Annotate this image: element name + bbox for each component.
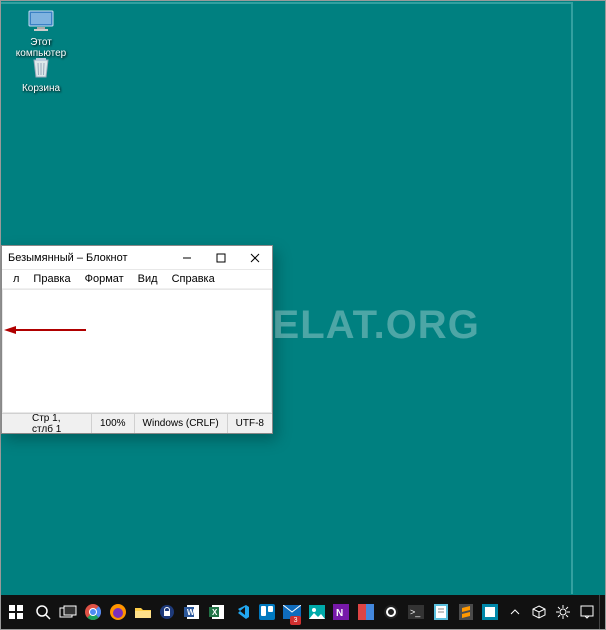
- chrome-icon: [84, 603, 102, 621]
- taskview-icon: [59, 605, 77, 619]
- start-button[interactable]: [1, 595, 31, 629]
- svg-text:>_: >_: [410, 607, 421, 617]
- vscode-icon: [234, 604, 250, 620]
- sublime-icon: [459, 604, 473, 620]
- taskbar-app-excel[interactable]: X: [205, 595, 230, 629]
- note-icon: N: [333, 604, 349, 620]
- taskbar-app-chrome[interactable]: [81, 595, 106, 629]
- folder-icon: [134, 605, 152, 619]
- svg-text:W: W: [187, 608, 195, 617]
- cube-icon: [532, 605, 546, 619]
- taskbar: W X N >_: [1, 595, 605, 629]
- pc-icon: [27, 7, 55, 35]
- status-pos: Стр 1, стлб 1: [2, 414, 91, 433]
- annotation-arrow: [4, 325, 84, 333]
- tray-settings[interactable]: [551, 595, 575, 629]
- minimize-button[interactable]: [170, 246, 204, 269]
- close-button[interactable]: [238, 246, 272, 269]
- statusbar: Стр 1, стлб 1 100% Windows (CRLF) UTF-8: [2, 413, 272, 433]
- taskbar-app-trello[interactable]: [254, 595, 279, 629]
- taskbar-app-keepass[interactable]: [155, 595, 180, 629]
- terminal-icon: >_: [408, 605, 424, 619]
- taskbar-app-gallery[interactable]: [304, 595, 329, 629]
- taskbar-app-explorer[interactable]: [130, 595, 155, 629]
- menu-edit[interactable]: Правка: [28, 272, 75, 286]
- desktop-icon-label: Корзина: [22, 83, 60, 94]
- search-icon: [35, 604, 51, 620]
- image-icon: [309, 605, 325, 619]
- notifications-icon: [580, 605, 594, 619]
- svg-text:N: N: [336, 608, 343, 619]
- excel-icon: X: [208, 603, 226, 621]
- text-area[interactable]: [2, 289, 272, 413]
- action-center[interactable]: [575, 595, 599, 629]
- taskbar-app-word[interactable]: W: [180, 595, 205, 629]
- menubar: л Правка Формат Вид Справка: [2, 270, 272, 289]
- window-title: Безымянный – Блокнот: [8, 252, 128, 264]
- notepad-icon: [434, 604, 448, 620]
- maximize-button[interactable]: [204, 246, 238, 269]
- taskbar-app-obs[interactable]: [379, 595, 404, 629]
- dual-pane-icon: [358, 604, 374, 620]
- trash-icon: [27, 53, 55, 81]
- tray-cube[interactable]: [527, 595, 551, 629]
- menu-help[interactable]: Справка: [167, 272, 220, 286]
- word-icon: W: [183, 603, 201, 621]
- app-icon: [482, 604, 498, 620]
- desktop-icon-this-pc[interactable]: Этоткомпьютер: [11, 7, 71, 59]
- taskbar-app-generic[interactable]: [478, 595, 503, 629]
- search-button[interactable]: [31, 595, 56, 629]
- tray-overflow[interactable]: [503, 595, 527, 629]
- chevron-up-icon: [510, 607, 520, 617]
- gear-icon: [556, 605, 570, 619]
- windows-icon: [8, 604, 24, 620]
- obs-icon: [383, 604, 399, 620]
- notepad-window[interactable]: Безымянный – Блокнот л Правка Формат Вид…: [1, 245, 273, 434]
- taskbar-app-totalcmd[interactable]: [354, 595, 379, 629]
- svg-text:X: X: [212, 608, 218, 617]
- menu-file[interactable]: л: [8, 272, 24, 286]
- taskbar-app-terminal[interactable]: >_: [403, 595, 428, 629]
- lock-icon: [159, 604, 175, 620]
- menu-view[interactable]: Вид: [133, 272, 163, 286]
- status-enc: UTF-8: [227, 414, 272, 433]
- taskview-button[interactable]: [56, 595, 81, 629]
- taskbar-app-sublime[interactable]: [453, 595, 478, 629]
- taskbar-app-firefox[interactable]: [105, 595, 130, 629]
- firefox-icon: [109, 603, 127, 621]
- taskbar-app-onenote[interactable]: N: [329, 595, 354, 629]
- show-desktop[interactable]: [599, 595, 605, 629]
- taskbar-app-notepad[interactable]: [428, 595, 453, 629]
- desktop-icon-recycle-bin[interactable]: Корзина: [11, 53, 71, 94]
- taskbar-app-vscode[interactable]: [230, 595, 255, 629]
- mail-icon: [283, 605, 301, 619]
- menu-format[interactable]: Формат: [80, 272, 129, 286]
- status-eol: Windows (CRLF): [134, 414, 227, 433]
- taskbar-app-mail[interactable]: [279, 595, 304, 629]
- status-zoom: 100%: [91, 414, 134, 433]
- board-icon: [259, 604, 275, 620]
- system-tray: [503, 595, 605, 629]
- titlebar[interactable]: Безымянный – Блокнот: [2, 246, 272, 270]
